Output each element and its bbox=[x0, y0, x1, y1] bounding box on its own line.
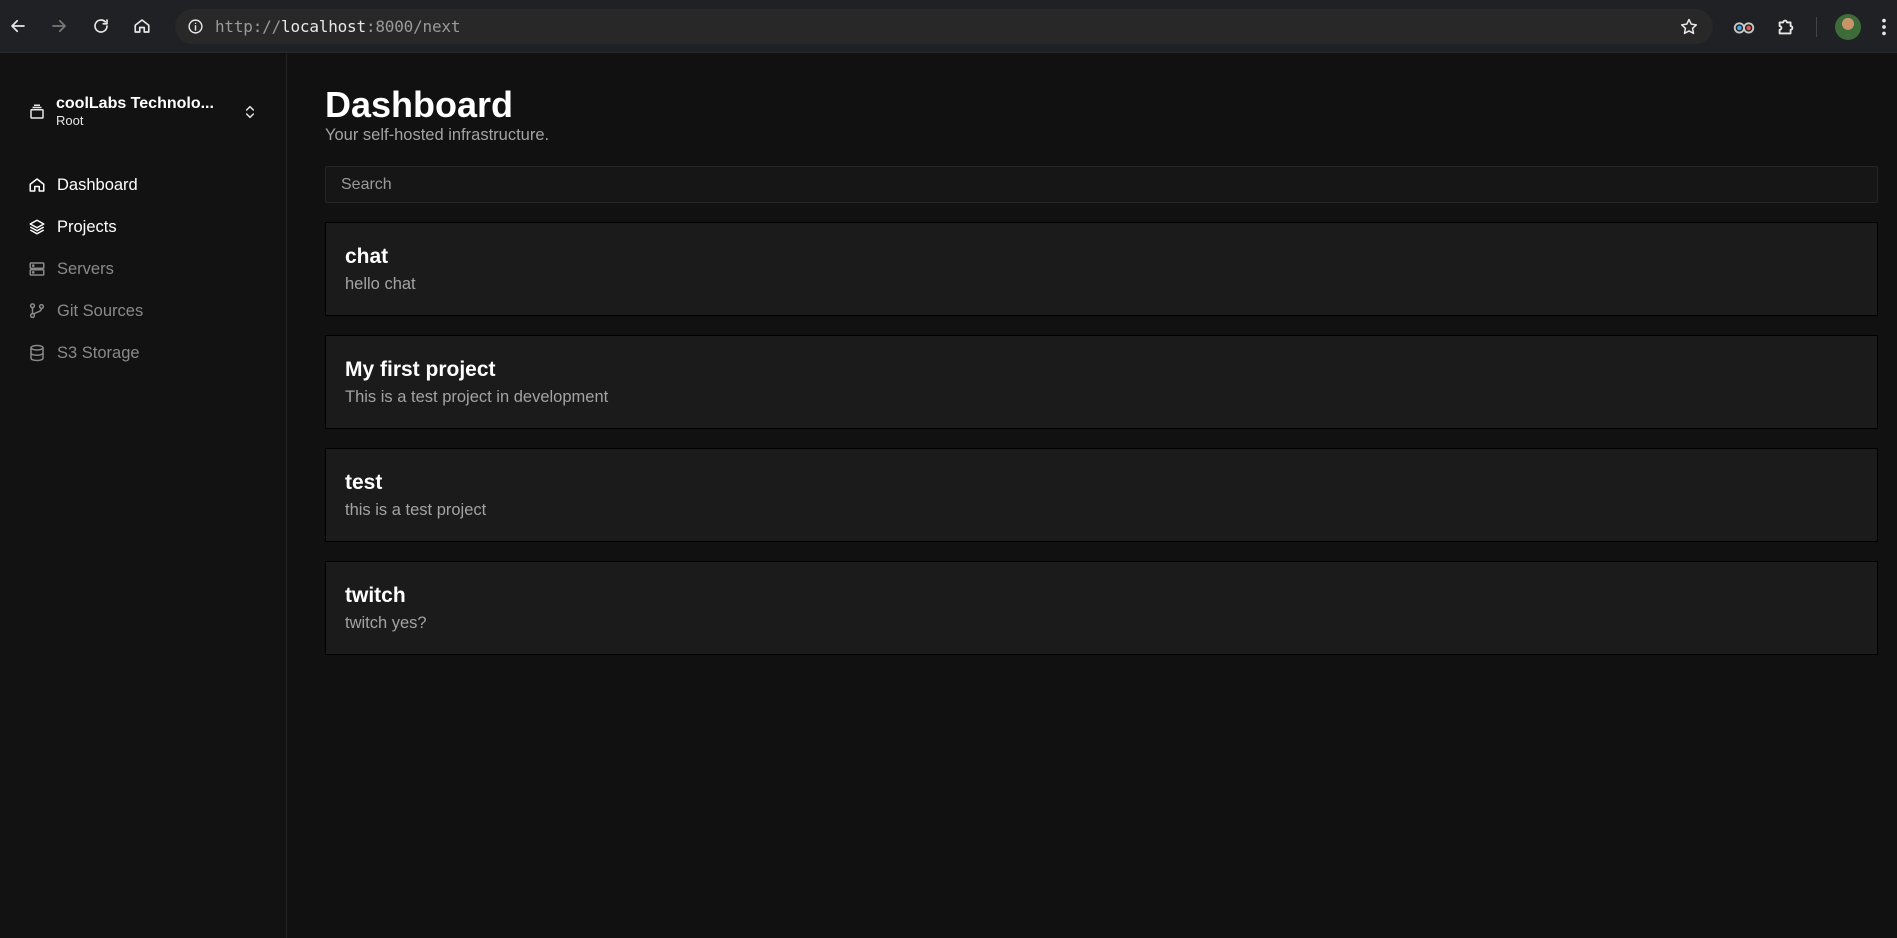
home-icon[interactable] bbox=[130, 14, 154, 38]
url-host: localhost bbox=[281, 17, 366, 36]
sidebar-item-projects[interactable]: Projects bbox=[28, 206, 268, 248]
bookmark-star-icon[interactable] bbox=[1679, 17, 1699, 37]
project-name: chat bbox=[345, 245, 389, 268]
url-scheme: http:// bbox=[215, 17, 282, 36]
home-icon bbox=[29, 178, 45, 192]
team-role: Root bbox=[56, 112, 84, 128]
address-bar[interactable]: http://localhost:8000/next bbox=[175, 9, 1713, 44]
url-path: :8000/next bbox=[365, 17, 461, 36]
project-card[interactable]: twitch twitch yes? bbox=[325, 561, 1878, 655]
project-description: This is a test project in development bbox=[345, 388, 609, 406]
extension-icon[interactable] bbox=[1731, 13, 1757, 41]
page-title: Dashboard bbox=[325, 84, 514, 125]
puzzle-icon[interactable] bbox=[1775, 13, 1797, 41]
sidebar-item-git-sources[interactable]: Git Sources bbox=[28, 290, 268, 332]
team-switcher[interactable]: coolLabs Technolo... Root bbox=[28, 92, 258, 132]
project-name: test bbox=[345, 471, 383, 494]
sidebar-item-dashboard[interactable]: Dashboard bbox=[28, 164, 268, 206]
git-branch-icon bbox=[29, 303, 45, 319]
reload-icon[interactable] bbox=[89, 14, 113, 38]
project-description: hello chat bbox=[345, 275, 416, 293]
back-icon[interactable] bbox=[6, 14, 30, 38]
project-card[interactable]: chat hello chat bbox=[325, 222, 1878, 316]
forward-icon[interactable] bbox=[47, 14, 71, 38]
project-name: My first project bbox=[345, 358, 496, 381]
team-stack-icon bbox=[30, 104, 44, 119]
avatar[interactable] bbox=[1835, 13, 1861, 41]
sidebar-item-servers[interactable]: Servers bbox=[28, 248, 268, 290]
sidebar-item-label: Dashboard bbox=[57, 175, 138, 194]
sidebar-item-s3-storage[interactable]: S3 Storage bbox=[28, 332, 268, 374]
toolbar-separator bbox=[1816, 13, 1817, 41]
layers-icon bbox=[29, 219, 45, 235]
project-card[interactable]: test this is a test project bbox=[325, 448, 1878, 542]
kebab-menu-icon[interactable] bbox=[1880, 13, 1888, 41]
project-description: this is a test project bbox=[345, 501, 487, 519]
team-info: coolLabs Technolo... Root bbox=[56, 95, 242, 128]
browser-toolbar: http://localhost:8000/next bbox=[0, 0, 1897, 53]
team-name: coolLabs Technolo... bbox=[56, 95, 214, 113]
site-info-icon[interactable] bbox=[187, 18, 204, 35]
sidebar-nav: Dashboard Projects Servers Git Sources S… bbox=[28, 164, 268, 374]
sidebar-item-label: Servers bbox=[57, 259, 114, 278]
chevron-up-down-icon bbox=[245, 105, 255, 119]
sidebar-item-label: S3 Storage bbox=[57, 343, 140, 362]
server-icon bbox=[29, 262, 45, 276]
sidebar-item-label: Projects bbox=[57, 217, 117, 236]
project-list: chat hello chat My first project This is… bbox=[325, 222, 1878, 674]
sidebar: coolLabs Technolo... Root Dashboard Proj… bbox=[0, 54, 287, 938]
sidebar-item-label: Git Sources bbox=[57, 301, 144, 320]
project-name: twitch bbox=[345, 584, 406, 607]
database-icon bbox=[30, 344, 44, 362]
url-text: http://localhost:8000/next bbox=[215, 17, 460, 36]
project-description: twitch yes? bbox=[345, 614, 427, 632]
search-input[interactable] bbox=[325, 166, 1878, 203]
page-subtitle: Your self-hosted infrastructure. bbox=[325, 126, 550, 144]
project-card[interactable]: My first project This is a test project … bbox=[325, 335, 1878, 429]
